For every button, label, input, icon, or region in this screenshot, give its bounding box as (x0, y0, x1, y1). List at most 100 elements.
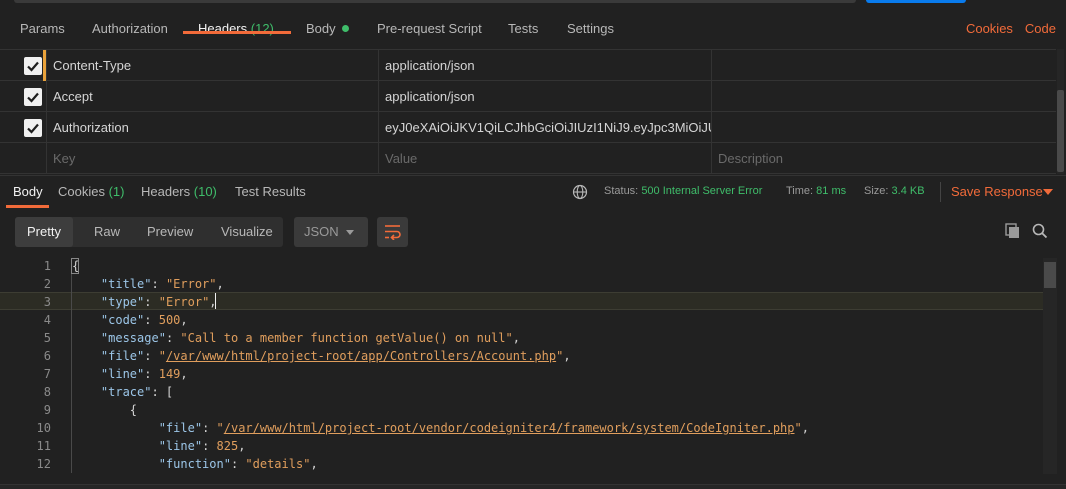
response-tab-test-results[interactable]: Test Results (229, 176, 312, 207)
table-row: Content-Type application/json (0, 50, 1056, 81)
code-line: 7 "line": 149, (0, 365, 1057, 383)
row-checkbox[interactable] (24, 57, 42, 75)
size-value[interactable]: 3.4 KB (892, 185, 925, 197)
header-key[interactable]: Accept (46, 81, 378, 112)
key-input[interactable]: Key (46, 143, 378, 174)
view-visualize-button[interactable]: Visualize (209, 217, 285, 247)
header-value[interactable]: eyJ0eXAiOiJKV1QiLCJhbGciOiJIUzI1NiJ9.eyJ… (378, 112, 711, 143)
time-label: Time: (786, 185, 814, 197)
response-tab-headers[interactable]: Headers (10) (135, 176, 223, 207)
code-line: 4 "code": 500, (0, 311, 1057, 329)
code-line-current: 3 "type": "Error", (0, 292, 1057, 310)
code-text: "file": "/var/www/html/project-root/app/… (100, 349, 571, 363)
header-description[interactable] (711, 112, 1056, 143)
search-icon[interactable] (1031, 222, 1049, 240)
header-key[interactable]: Content-Type (46, 50, 378, 81)
code-text: "file": "/var/www/html/project-root/vend… (158, 421, 809, 435)
status-value[interactable]: 500 Internal Server Error (641, 185, 762, 197)
response-tab-cookies[interactable]: Cookies (1) (52, 176, 130, 207)
checkmark-icon (27, 92, 39, 103)
tab-label: Pre-request Script (377, 21, 482, 36)
tab-label: Authorization (92, 21, 168, 36)
tab-headers[interactable]: Headers (12) (190, 12, 282, 46)
table-row: Authorization eyJ0eXAiOiJKV1QiLCJhbGciOi… (0, 112, 1056, 143)
save-response-button[interactable]: Save Response (951, 176, 1043, 207)
format-select[interactable]: JSON (294, 217, 368, 247)
code-text: "title": "Error", (100, 277, 224, 291)
checkmark-icon (27, 123, 39, 134)
header-description[interactable] (711, 50, 1056, 81)
time-value[interactable]: 81 ms (816, 185, 846, 197)
send-button[interactable] (866, 0, 966, 3)
view-preview-button[interactable]: Preview (135, 217, 205, 247)
tab-settings[interactable]: Settings (559, 12, 622, 46)
tab-label: Body (306, 21, 336, 36)
divider (940, 182, 941, 202)
chevron-down-icon (346, 230, 354, 235)
code-line: 2 "title": "Error", (0, 275, 1057, 293)
code-line: 5 "message": "Call to a member function … (0, 329, 1057, 347)
tab-body[interactable]: Body (298, 12, 357, 46)
code-text: "type": "Error", (100, 295, 217, 309)
view-mode-group: Pretty Raw Preview Visualize (15, 217, 283, 247)
checkbox-cell (0, 143, 46, 174)
header-value[interactable]: application/json (378, 81, 711, 112)
tab-count-badge: (1) (108, 184, 125, 199)
size-label: Size: (864, 185, 889, 197)
response-bar: Body Cookies (1) Headers (10) Test Resul… (0, 175, 1066, 208)
cookies-link[interactable]: Cookies (966, 21, 1013, 36)
checkbox-cell (0, 50, 46, 81)
wrap-lines-button[interactable] (377, 217, 408, 247)
chevron-down-icon[interactable] (1043, 189, 1053, 195)
code-link[interactable]: Code (1025, 21, 1056, 36)
code-text: "line": 149, (100, 367, 188, 381)
code-text: "message": "Call to a member function ge… (100, 331, 520, 345)
tab-pre-request-script[interactable]: Pre-request Script (369, 12, 490, 46)
top-links: Cookies Code (954, 12, 1056, 46)
view-raw-button[interactable]: Raw (82, 217, 132, 247)
tab-label: Body (13, 184, 43, 199)
wrap-lines-icon (385, 225, 401, 240)
line-number: 2 (43, 277, 51, 291)
line-number: 8 (43, 385, 51, 399)
tab-label: Headers (141, 184, 191, 199)
code-line: 12 "function": "details", (0, 455, 1057, 473)
row-checkbox[interactable] (24, 119, 42, 137)
tab-tests[interactable]: Tests (500, 12, 546, 46)
editor-scrollbar-thumb[interactable] (1044, 262, 1056, 288)
header-value[interactable]: application/json (378, 50, 711, 81)
globe-icon[interactable] (572, 184, 588, 200)
view-pretty-button[interactable]: Pretty (15, 217, 73, 247)
url-bar[interactable] (14, 0, 856, 3)
editor-scrollbar-track[interactable] (1043, 258, 1057, 474)
bracket-match-highlight (71, 258, 79, 274)
code-line: 6 "file": "/var/www/html/project-root/ap… (0, 347, 1057, 365)
bottom-bar (0, 484, 1066, 489)
line-number: 12 (36, 457, 51, 471)
active-tab-underline (6, 205, 49, 208)
value-input[interactable]: Value (378, 143, 711, 174)
line-number: 3 (43, 295, 51, 309)
tab-authorization[interactable]: Authorization (84, 12, 176, 46)
code-line: 8 "trace": [ (0, 383, 1057, 401)
header-description[interactable] (711, 81, 1056, 112)
header-key[interactable]: Authorization (46, 112, 378, 143)
row-checkbox[interactable] (24, 88, 42, 106)
tab-params[interactable]: Params (12, 12, 73, 46)
code-text: "line": 825, (158, 439, 246, 453)
tab-label: Params (20, 21, 65, 36)
headers-scrollbar-thumb[interactable] (1057, 90, 1064, 172)
active-tab-underline (183, 31, 291, 34)
checkbox-cell (0, 112, 46, 143)
line-number: 5 (43, 331, 51, 345)
table-row: Accept application/json (0, 81, 1056, 112)
tab-label: Test Results (235, 184, 306, 199)
response-tab-body[interactable]: Body (7, 176, 49, 207)
copy-icon[interactable] (1004, 222, 1022, 240)
response-body-editor[interactable]: 1{ 2 "title": "Error", 3 "type": "Error"… (0, 256, 1066, 489)
code-text: "trace": [ (100, 385, 174, 399)
text-cursor (215, 293, 216, 309)
description-input[interactable]: Description (711, 143, 1056, 174)
code-line: 10 "file": "/var/www/html/project-root/v… (0, 419, 1057, 437)
line-number: 6 (43, 349, 51, 363)
